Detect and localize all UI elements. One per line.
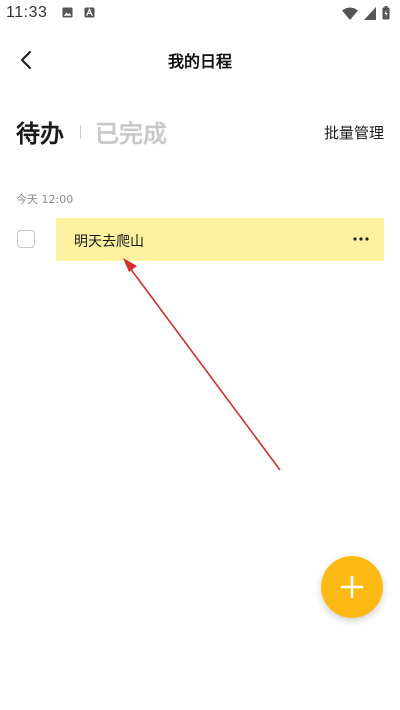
schedule-screen: 11:33 我的日程 待办 已完成 批量管理 今天 12:00 明天去爬山: [0, 0, 400, 710]
text-a-icon: [84, 7, 95, 18]
more-horizontal-icon: [353, 237, 369, 241]
batch-manage-button[interactable]: 批量管理: [324, 122, 384, 143]
task-more-button[interactable]: [348, 226, 374, 252]
status-right-icons: [342, 6, 390, 20]
task-section-time: 今天 12:00: [16, 193, 74, 206]
add-task-button[interactable]: [321, 556, 383, 618]
task-checkbox[interactable]: [17, 230, 35, 248]
page-title: 我的日程: [167, 52, 232, 71]
tab-bar: 待办 已完成: [16, 114, 167, 149]
battery-icon: [382, 6, 390, 20]
tab-divider: [80, 124, 81, 139]
task-text: 明天去爬山: [74, 234, 144, 250]
tab-todo[interactable]: 待办: [16, 114, 64, 149]
image-icon: [62, 7, 73, 18]
wifi-icon: [342, 7, 358, 20]
status-time: 11:33: [6, 4, 48, 21]
task-row: 明天去爬山: [0, 218, 400, 262]
status-bar: 11:33: [0, 0, 400, 28]
tab-completed[interactable]: 已完成: [95, 114, 167, 149]
signal-icon: [364, 6, 376, 20]
task-card[interactable]: 明天去爬山: [56, 218, 384, 261]
plus-icon: [340, 575, 364, 599]
app-header: 我的日程: [0, 38, 400, 82]
